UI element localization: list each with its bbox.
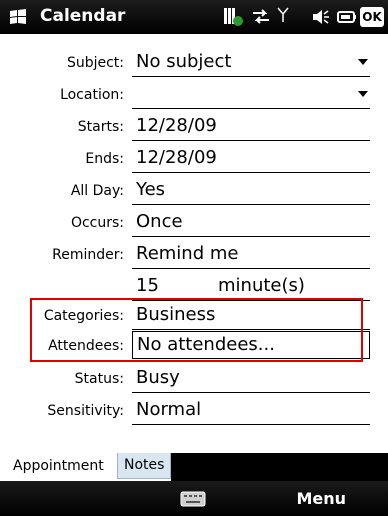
attendees-row: Attendees: No attendees...: [0, 331, 388, 362]
windows-start-icon[interactable]: [8, 7, 28, 27]
tab-strip-filler: [171, 453, 388, 481]
attendees-value: No attendees...: [137, 334, 275, 355]
all-day-field[interactable]: Yes: [132, 176, 370, 205]
softkey-bar: Menu: [0, 481, 388, 516]
sensitivity-row: Sensitivity: Normal: [0, 396, 388, 427]
reminder-row: Reminder: Remind me: [0, 240, 388, 271]
categories-field[interactable]: Business: [132, 301, 370, 330]
ends-label: Ends:: [85, 151, 124, 167]
starts-field[interactable]: 12/28/09: [132, 112, 370, 141]
status-value: Busy: [136, 367, 180, 388]
dropdown-arrow-icon[interactable]: [358, 59, 368, 65]
reminder-time-field[interactable]: 15 minute(s): [132, 272, 370, 301]
subject-dropdown[interactable]: No subject: [132, 48, 370, 77]
battery-icon[interactable]: [336, 6, 358, 28]
dropdown-arrow-icon[interactable]: [358, 91, 368, 97]
ok-button[interactable]: OK: [360, 7, 384, 27]
sync-arrows-icon[interactable]: [250, 6, 272, 28]
keyboard-icon[interactable]: [180, 491, 206, 507]
attendees-label: Attendees:: [48, 338, 124, 354]
reminder-time-row: 15 minute(s): [0, 272, 388, 303]
occurs-value: Once: [136, 211, 183, 232]
signal-data-icon[interactable]: [222, 6, 244, 28]
tab-appointment[interactable]: Appointment: [0, 453, 116, 481]
volume-icon[interactable]: [310, 6, 332, 28]
subject-label: Subject:: [66, 55, 124, 71]
subject-row: Subject: No subject: [0, 48, 388, 79]
ends-value: 12/28/09: [136, 147, 217, 168]
status-row: Status: Busy: [0, 364, 388, 395]
categories-value: Business: [136, 304, 216, 325]
reminder-unit[interactable]: minute(s): [218, 275, 305, 296]
sensitivity-field[interactable]: Normal: [132, 396, 370, 425]
all-day-row: All Day: Yes: [0, 176, 388, 207]
menu-button[interactable]: Menu: [296, 489, 346, 508]
location-label: Location:: [60, 87, 124, 103]
reminder-value: Remind me: [136, 243, 239, 264]
reminder-amount[interactable]: 15: [136, 275, 159, 296]
occurs-field[interactable]: Once: [132, 208, 370, 237]
location-row: Location:: [0, 80, 388, 111]
tab-notes[interactable]: Notes: [117, 453, 171, 479]
occurs-row: Occurs: Once: [0, 208, 388, 239]
sensitivity-value: Normal: [136, 399, 202, 420]
attendees-field[interactable]: No attendees...: [132, 331, 370, 359]
all-day-label: All Day:: [70, 183, 124, 199]
location-dropdown[interactable]: [132, 80, 370, 109]
categories-row: Categories: Business: [0, 301, 388, 332]
app-title: Calendar: [40, 6, 126, 26]
starts-row: Starts: 12/28/09: [0, 112, 388, 143]
title-bar: Calendar OK: [0, 0, 388, 34]
sensitivity-label: Sensitivity:: [47, 403, 124, 419]
reminder-label: Reminder:: [52, 247, 124, 263]
tab-strip: Appointment Notes: [0, 453, 388, 481]
starts-label: Starts:: [77, 119, 124, 135]
occurs-label: Occurs:: [70, 215, 124, 231]
ends-row: Ends: 12/28/09: [0, 144, 388, 175]
ends-field[interactable]: 12/28/09: [132, 144, 370, 173]
status-label: Status:: [74, 371, 124, 387]
reminder-field[interactable]: Remind me: [132, 240, 370, 269]
subject-value: No subject: [136, 51, 232, 72]
status-field[interactable]: Busy: [132, 364, 370, 393]
antenna-icon[interactable]: [276, 6, 290, 26]
categories-label: Categories:: [43, 308, 124, 324]
starts-value: 12/28/09: [136, 115, 217, 136]
all-day-value: Yes: [136, 179, 166, 200]
